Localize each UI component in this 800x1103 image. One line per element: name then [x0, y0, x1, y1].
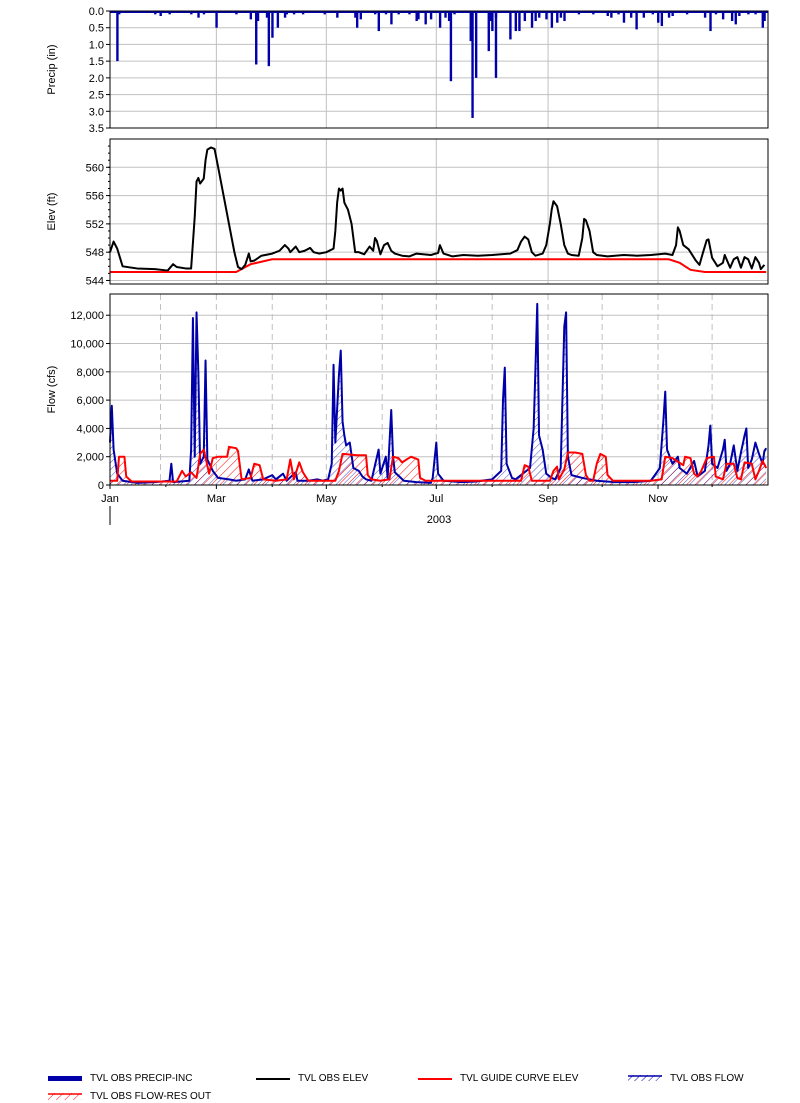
- precip-bar: [734, 11, 737, 25]
- precip-bar: [276, 11, 280, 28]
- flow-tick-label-y: 0: [98, 480, 104, 492]
- precip-bar: [471, 11, 474, 118]
- legend-swatch-elev: [256, 1078, 290, 1080]
- precip-bar: [474, 11, 478, 78]
- flow-tick-label-y: 8,000: [76, 367, 104, 379]
- flow-tick-label-y: 10,000: [70, 339, 104, 351]
- flow-tick-label-y: 2,000: [76, 452, 104, 464]
- x-axis-year-label: 2003: [427, 514, 451, 526]
- legend-swatch-precip: [48, 1076, 82, 1081]
- elev-tick-label-y: 560: [86, 162, 104, 174]
- precip-bar: [449, 11, 453, 82]
- precip-bar: [267, 11, 271, 67]
- precip-bar: [487, 11, 490, 52]
- precip-bar: [494, 11, 498, 78]
- x-tick-label-may: May: [316, 493, 337, 505]
- hydrograph-figure: 0.0 0.5 1.0 1.5 2.0 2.5 3.0 3.5 Precip (in) 544 5…: [0, 0, 800, 1102]
- precip-bar: [116, 11, 119, 62]
- legend-swatch-obs-flow: [628, 1075, 662, 1081]
- precip-tick-label-y: 2.5: [89, 90, 104, 102]
- precip-bar: [709, 11, 712, 32]
- precip-bar: [518, 11, 521, 32]
- x-tick-label-jul: Jul: [429, 493, 443, 505]
- precip-bar: [215, 11, 218, 28]
- x-tick-label-nov: Nov: [648, 493, 668, 505]
- precip-y-axis-label: Precip (in): [46, 44, 58, 94]
- precip-bar: [424, 11, 427, 25]
- precip-tick-label-y: 0.0: [89, 6, 104, 18]
- hydrograph-svg: 0.00.51.01.52.02.53.03.5Precip (in) 5445…: [46, 6, 769, 526]
- elev-tick-label-y: 552: [86, 219, 104, 231]
- legend-label-res-out: TVL OBS FLOW-RES OUT: [90, 1091, 212, 1102]
- elev-tick-label-y: 548: [86, 247, 104, 259]
- x-axis: Jan Mar May Jul Sep Nov 2003: [101, 485, 713, 526]
- legend-label-obs-flow: TVL OBS FLOW: [670, 1073, 744, 1084]
- x-tick-label-sep: Sep: [538, 493, 558, 505]
- elev-tick-label-y: 556: [86, 191, 104, 203]
- elev-plot-area: [110, 139, 768, 284]
- legend-label-elev: TVL OBS ELEV: [298, 1073, 369, 1084]
- precip-plot-area: [110, 11, 768, 128]
- precip-bar: [509, 11, 512, 40]
- precip-bar: [271, 11, 274, 38]
- x-tick-label-jan: Jan: [101, 493, 119, 505]
- legend-swatch-guide-curve: [418, 1078, 452, 1080]
- flow-tick-label-y: 6,000: [76, 395, 104, 407]
- precip-bar: [438, 11, 442, 28]
- flow-y-axis-label: Flow (cfs): [46, 366, 58, 414]
- precip-tick-label-y: 3.0: [89, 106, 104, 118]
- flow-tick-label-y: 12,000: [70, 310, 104, 322]
- precip-bar: [550, 11, 554, 28]
- precip-bar: [635, 11, 638, 30]
- precip-bar: [530, 11, 534, 28]
- precip-bar: [514, 11, 518, 32]
- precip-bar: [355, 11, 359, 28]
- precip-bar: [660, 11, 664, 27]
- precip-bar: [390, 11, 393, 25]
- precip-tick-label-y: 3.5: [89, 123, 104, 135]
- legend-label-precip: TVL OBS PRECIP-INC: [90, 1073, 193, 1084]
- precip-tick-label-y: 1.5: [89, 56, 104, 68]
- flow-panel: 0 2,000 4,000 6,000 8,000 10,000 12,000 Flow (c…: [46, 293, 769, 492]
- x-tick-label-mar: Mar: [207, 493, 226, 505]
- elev-y-axis-label: Elev (ft): [46, 193, 58, 231]
- precip-tick-label-y: 2.0: [89, 73, 104, 85]
- precip-tick-label-y: 1.0: [89, 39, 104, 51]
- flow-tick-label-y: 4,000: [76, 423, 104, 435]
- elev-panel: 544 548 552 556 560 Elev (ft): [46, 138, 769, 287]
- elev-tick-label-y: 544: [86, 275, 104, 287]
- legend-swatch-res-out: [48, 1093, 82, 1100]
- precip-bar: [377, 11, 381, 32]
- precip-bar: [491, 11, 494, 32]
- legend-label-guide-curve: TVL GUIDE CURVE ELEV: [460, 1073, 579, 1084]
- precip-tick-label-y: 0.5: [89, 23, 104, 35]
- precip-panel: 0.0 0.5 1.0 1.5 2.0 2.5 3.0 3.5 Precip (in): [46, 6, 769, 135]
